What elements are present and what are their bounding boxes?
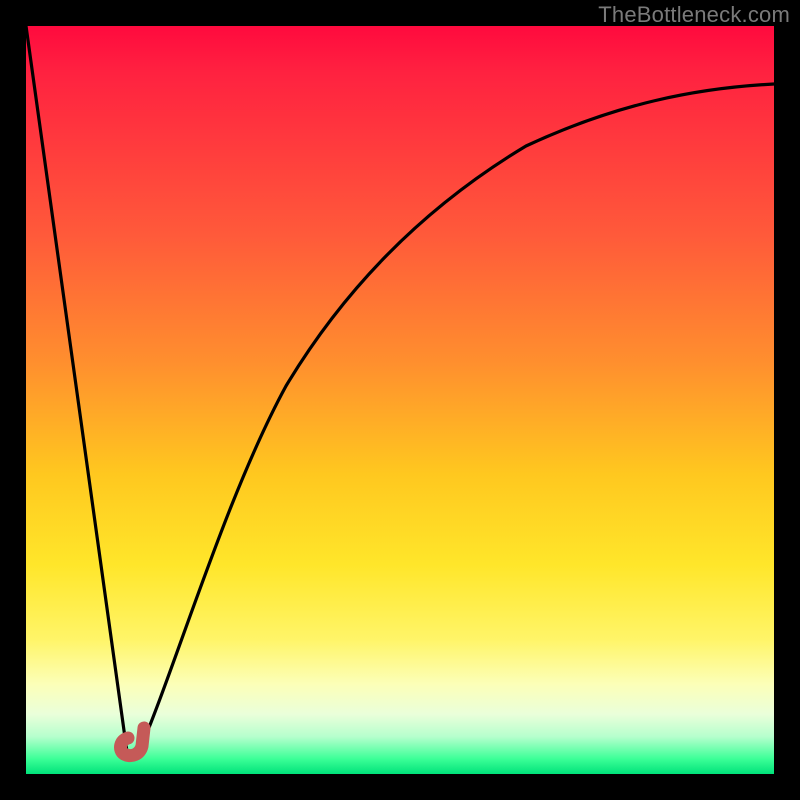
chart-container: TheBottleneck.com [0, 0, 800, 800]
plot-area [26, 26, 774, 774]
watermark-text: TheBottleneck.com [598, 2, 790, 28]
bottleneck-curve-line [26, 26, 774, 752]
curve-overlay [26, 26, 774, 774]
